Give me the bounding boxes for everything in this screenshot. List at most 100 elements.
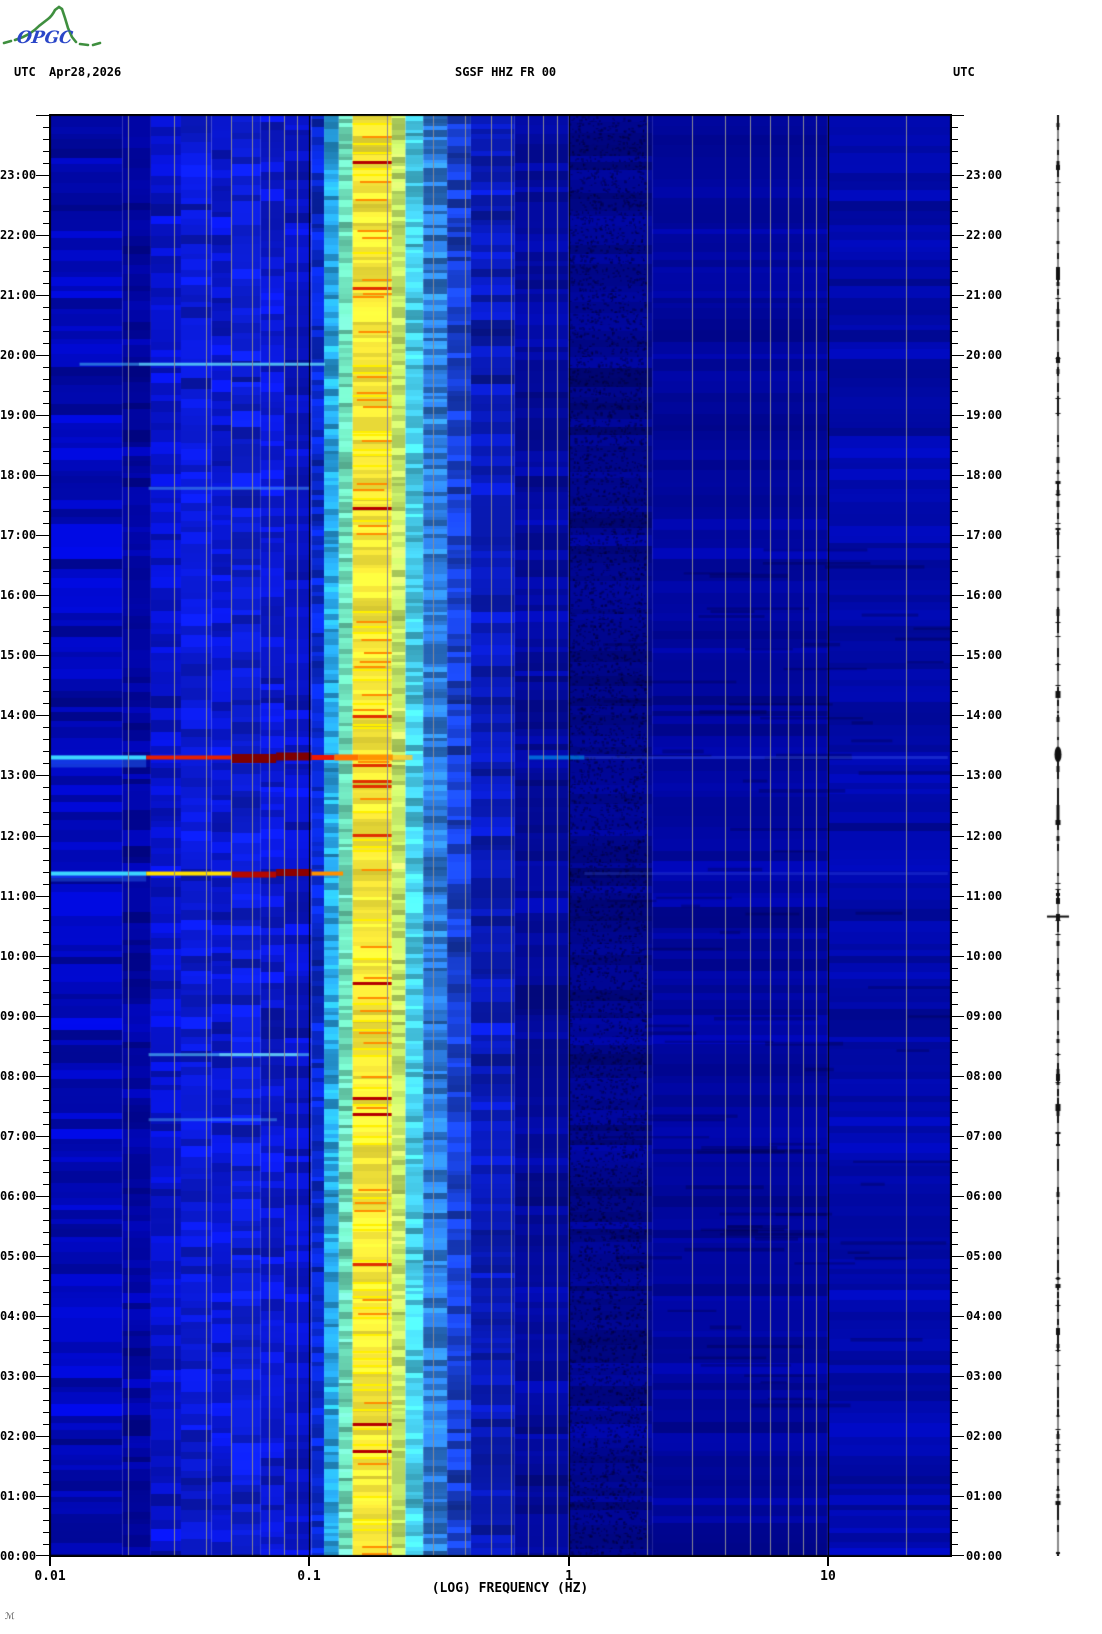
y-tick-left <box>36 775 50 776</box>
y-tick-left <box>43 1160 50 1161</box>
y-tick-right <box>951 727 958 728</box>
hour-label-right: 09:00 <box>966 1009 1003 1023</box>
y-tick-right <box>951 151 958 152</box>
y-tick-left <box>43 283 50 284</box>
y-tick-left <box>43 1388 50 1389</box>
y-tick-right <box>951 283 958 284</box>
y-tick-left <box>43 1292 50 1293</box>
hour-label-right: 20:00 <box>966 348 1003 362</box>
hour-label-left: 02:00 <box>0 1429 37 1443</box>
y-tick-right <box>951 751 958 752</box>
y-tick-left <box>36 655 50 656</box>
y-tick-right <box>951 499 958 500</box>
hour-label-right: 14:00 <box>966 708 1003 722</box>
y-tick-left <box>36 295 50 296</box>
y-tick-right <box>951 763 958 764</box>
y-tick-left <box>43 1424 50 1425</box>
hour-label-right: 07:00 <box>966 1129 1003 1143</box>
y-tick-right <box>951 1136 964 1137</box>
y-tick-right <box>951 812 958 813</box>
y-axis-ticks-left: 00:00 01:00 02:00 03:00 04:00 05:00 06:00 07:00… <box>0 115 50 1563</box>
y-tick-right <box>951 571 958 572</box>
y-tick-left <box>43 187 50 188</box>
hour-label-right: 12:00 <box>966 829 1003 843</box>
y-tick-right <box>951 715 964 716</box>
y-tick-right <box>951 463 958 464</box>
y-tick-right <box>951 848 958 849</box>
y-tick-left <box>43 487 50 488</box>
y-tick-right <box>951 1244 958 1245</box>
y-tick-left <box>43 1088 50 1089</box>
y-tick-right <box>951 824 958 825</box>
y-tick-left <box>43 259 50 260</box>
y-tick-right <box>951 1400 958 1401</box>
y-tick-right <box>951 439 958 440</box>
y-tick-right <box>951 1160 958 1161</box>
y-tick-right <box>951 1172 958 1173</box>
y-tick-left <box>36 715 50 716</box>
y-tick-right <box>951 1064 958 1065</box>
y-tick-left <box>36 1196 50 1197</box>
y-tick-left <box>43 1280 50 1281</box>
hour-label-right: 10:00 <box>966 949 1003 963</box>
hour-label-left: 01:00 <box>0 1489 37 1503</box>
y-tick-right <box>951 775 964 776</box>
y-tick-left <box>36 235 50 236</box>
y-tick-right <box>951 1484 958 1485</box>
y-tick-right <box>951 355 964 356</box>
y-tick-left <box>43 1484 50 1485</box>
y-tick-left <box>43 908 50 909</box>
hour-label-right: 06:00 <box>966 1189 1003 1203</box>
hour-label-left: 19:00 <box>0 408 37 422</box>
y-tick-right <box>951 1424 958 1425</box>
y-tick-right <box>951 872 958 873</box>
y-tick-right <box>951 679 958 680</box>
utc-label-left: UTC <box>14 65 36 79</box>
y-tick-left <box>43 1004 50 1005</box>
y-tick-right <box>951 487 958 488</box>
hour-label-left: 20:00 <box>0 348 37 362</box>
y-tick-right <box>951 1004 958 1005</box>
y-tick-left <box>43 1028 50 1029</box>
y-tick-left <box>43 1220 50 1221</box>
y-tick-left <box>43 1520 50 1521</box>
y-tick-left <box>43 884 50 885</box>
y-tick-left <box>43 1352 50 1353</box>
y-tick-left <box>43 1100 50 1101</box>
y-tick-left <box>43 1340 50 1341</box>
y-tick-right <box>951 1316 964 1317</box>
y-tick-right <box>951 271 958 272</box>
y-tick-right <box>951 860 958 861</box>
y-tick-left <box>43 1400 50 1401</box>
y-tick-left <box>36 115 50 116</box>
y-tick-right <box>951 199 958 200</box>
y-tick-right <box>951 1076 964 1077</box>
y-tick-right <box>951 836 964 837</box>
y-tick-left <box>43 703 50 704</box>
y-tick-right <box>951 1148 958 1149</box>
hour-label-left: 18:00 <box>0 468 37 482</box>
y-tick-left <box>43 860 50 861</box>
y-tick-right <box>951 175 964 176</box>
y-tick-right <box>951 295 964 296</box>
y-tick-left <box>43 920 50 921</box>
y-tick-right <box>951 391 958 392</box>
x-tick <box>827 1556 829 1566</box>
y-tick-left <box>43 127 50 128</box>
y-tick-left <box>43 1172 50 1173</box>
hour-label-right: 22:00 <box>966 228 1003 242</box>
y-tick-left <box>43 1124 50 1125</box>
y-tick-left <box>36 1316 50 1317</box>
y-tick-left <box>43 571 50 572</box>
hour-label-left: 15:00 <box>0 648 37 662</box>
y-tick-right <box>951 980 958 981</box>
y-tick-right <box>951 1016 964 1017</box>
y-tick-left <box>43 679 50 680</box>
logo-text: OPGC <box>16 28 75 48</box>
y-tick-right <box>951 1220 958 1221</box>
y-tick-left <box>36 836 50 837</box>
station-title: SGSF HHZ FR 00 <box>455 65 557 79</box>
opgc-logo: OPGC <box>2 5 102 48</box>
y-tick-left <box>43 824 50 825</box>
y-tick-left <box>43 1184 50 1185</box>
